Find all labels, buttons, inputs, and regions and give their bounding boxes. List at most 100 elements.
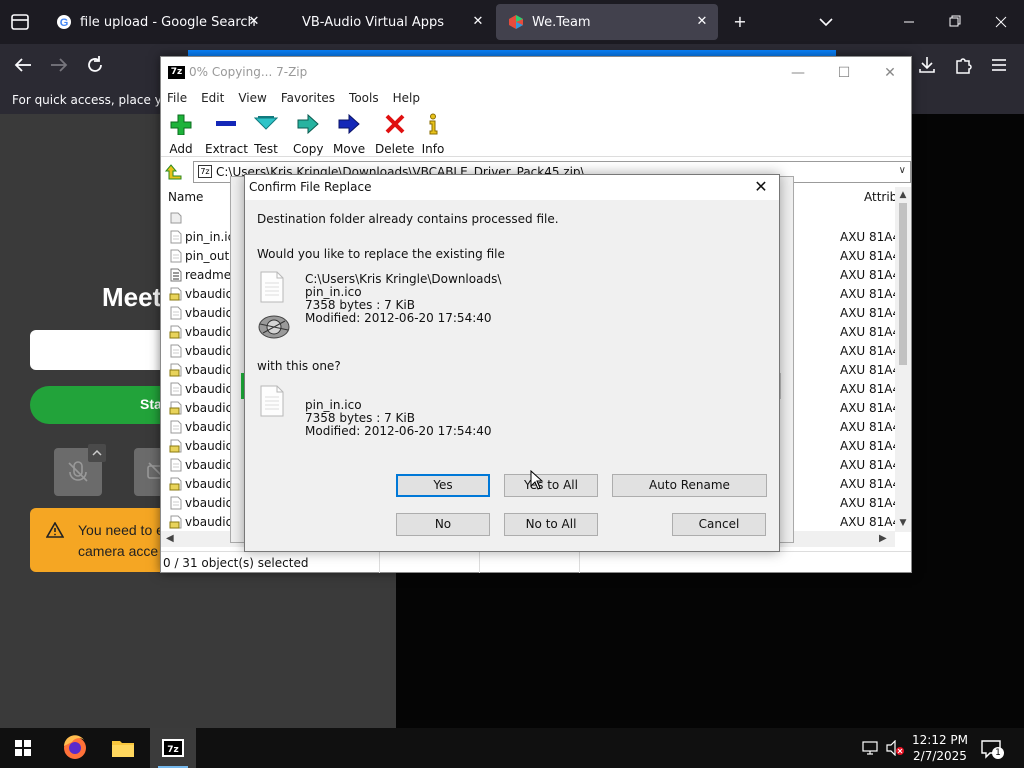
chevron-down-icon[interactable] bbox=[814, 10, 838, 34]
file-type-icon bbox=[169, 230, 183, 244]
test-button[interactable]: Test bbox=[254, 113, 278, 156]
close-icon[interactable]: ✕ bbox=[749, 176, 773, 198]
svg-text:7z: 7z bbox=[167, 745, 179, 755]
volume-muted-icon[interactable] bbox=[886, 739, 904, 757]
chevron-down-icon[interactable]: ∨ bbox=[899, 165, 906, 176]
close-tab-icon[interactable]: ✕ bbox=[246, 14, 262, 30]
file-name: pin_out.i bbox=[185, 249, 237, 263]
file-type-icon bbox=[169, 477, 183, 491]
replace-question: Would you like to replace the existing f… bbox=[257, 247, 505, 261]
selection-status: 0 / 31 object(s) selected bbox=[163, 556, 309, 570]
scroll-up-icon[interactable]: ▲ bbox=[898, 190, 908, 200]
hamburger-menu-icon[interactable] bbox=[986, 53, 1012, 77]
dialog-title-bar[interactable]: Confirm File Replace ✕ bbox=[245, 175, 779, 200]
weteam-icon bbox=[508, 14, 524, 30]
menu-file[interactable]: File bbox=[167, 88, 194, 109]
status-divider bbox=[579, 552, 580, 573]
forward-arrow-icon[interactable] bbox=[46, 53, 72, 77]
no-button[interactable]: No bbox=[396, 513, 490, 536]
auto-rename-button[interactable]: Auto Rename bbox=[612, 474, 767, 497]
file-type-icon bbox=[169, 249, 183, 263]
copy-button[interactable]: Copy bbox=[293, 113, 323, 156]
scroll-down-icon[interactable]: ▼ bbox=[898, 518, 908, 528]
existing-file-modified: Modified: 2012-06-20 17:54:40 bbox=[305, 311, 492, 325]
no-to-all-button[interactable]: No to All bbox=[504, 513, 598, 536]
file-attributes: AXU 81A4 bbox=[840, 287, 901, 301]
notification-center-icon[interactable]: 1 bbox=[980, 738, 1004, 760]
file-attributes: AXU 81A4 bbox=[840, 325, 901, 339]
bookmarks-hint: For quick access, place your bbox=[12, 93, 182, 107]
tab-google-search[interactable]: G file upload - Google Search ✕ bbox=[44, 4, 270, 40]
file-type-icon bbox=[169, 268, 183, 282]
7zip-app-icon: 7z bbox=[168, 66, 185, 79]
reload-icon[interactable] bbox=[82, 53, 108, 77]
file-attributes: AXU 81A4 bbox=[840, 496, 901, 510]
file-type-icon bbox=[169, 344, 183, 358]
column-header-attributes[interactable]: Attrib bbox=[864, 190, 897, 204]
yes-button[interactable]: Yes bbox=[396, 474, 490, 497]
7zip-menu-bar: File Edit View Favorites Tools Help bbox=[161, 88, 911, 109]
status-divider bbox=[479, 552, 480, 573]
file-attributes: AXU 81A4 bbox=[840, 230, 901, 244]
menu-help[interactable]: Help bbox=[393, 88, 427, 109]
info-icon bbox=[429, 113, 438, 135]
network-icon[interactable] bbox=[862, 740, 880, 756]
file-attributes: AXU 81A4 bbox=[840, 306, 901, 320]
scroll-right-icon[interactable]: ▶ bbox=[879, 533, 887, 544]
file-type-icon bbox=[169, 363, 183, 377]
file-attributes: AXU 81A4 bbox=[840, 439, 901, 453]
download-icon[interactable] bbox=[914, 53, 940, 77]
incoming-file-modified: Modified: 2012-06-20 17:54:40 bbox=[305, 424, 492, 438]
restore-icon[interactable] bbox=[932, 8, 978, 36]
system-clock[interactable]: 12:12 PM 2/7/2025 bbox=[912, 732, 968, 764]
delete-button[interactable]: Delete bbox=[375, 113, 414, 156]
close-window-icon[interactable]: ✕ bbox=[867, 61, 913, 85]
replace-message: Destination folder already contains proc… bbox=[257, 212, 559, 226]
close-tab-icon[interactable]: ✕ bbox=[470, 14, 486, 30]
column-header-name[interactable]: Name bbox=[168, 190, 203, 204]
info-button[interactable]: Info bbox=[421, 113, 445, 156]
7zip-title-bar[interactable]: 7z 0% Copying... 7-Zip — ☐ ✕ bbox=[161, 57, 911, 88]
extensions-icon[interactable] bbox=[950, 53, 976, 77]
dialog-title: Confirm File Replace bbox=[249, 180, 372, 194]
minimize-icon[interactable] bbox=[886, 8, 932, 36]
firefox-icon[interactable] bbox=[52, 728, 98, 768]
new-tab-icon[interactable]: + bbox=[728, 10, 752, 34]
vertical-scrollbar[interactable]: ▲ ▼ bbox=[895, 187, 911, 532]
tab-weteam[interactable]: We.Team ✕ bbox=[496, 4, 718, 40]
windows-start-icon[interactable] bbox=[0, 728, 46, 768]
close-window-icon[interactable] bbox=[978, 8, 1024, 36]
mouse-cursor-icon bbox=[530, 470, 544, 490]
file-type-icon bbox=[169, 211, 183, 225]
menu-tools[interactable]: Tools bbox=[349, 88, 386, 109]
tab-vb-audio[interactable]: VB-Audio Virtual Apps ✕ bbox=[288, 4, 494, 40]
chevron-up-icon[interactable] bbox=[88, 444, 106, 462]
windows-taskbar: 7z 12:12 PM 2/7/2025 1 bbox=[0, 728, 1024, 768]
back-arrow-icon[interactable] bbox=[10, 53, 36, 77]
7zip-taskbar-icon[interactable]: 7z bbox=[150, 728, 196, 768]
page-title: Meet bbox=[102, 282, 162, 312]
minimize-icon[interactable]: — bbox=[775, 61, 821, 85]
extract-button[interactable]: Extract bbox=[205, 113, 248, 156]
move-button[interactable]: Move bbox=[333, 113, 365, 156]
clock-time: 12:12 PM bbox=[912, 733, 968, 747]
close-tab-icon[interactable]: ✕ bbox=[694, 14, 710, 30]
scroll-left-icon[interactable]: ◀ bbox=[166, 533, 174, 544]
file-type-icon bbox=[169, 382, 183, 396]
yes-to-all-button[interactable]: Yes to All bbox=[504, 474, 598, 497]
archive-icon: 7z bbox=[198, 165, 212, 178]
up-folder-icon[interactable] bbox=[164, 163, 183, 181]
existing-file-icon bbox=[260, 271, 284, 303]
cancel-button[interactable]: Cancel bbox=[672, 513, 766, 536]
add-button[interactable]: Add bbox=[169, 113, 193, 156]
maximize-icon[interactable]: ☐ bbox=[821, 61, 867, 85]
warning-icon bbox=[46, 522, 64, 538]
menu-view[interactable]: View bbox=[238, 88, 273, 109]
menu-favorites[interactable]: Favorites bbox=[281, 88, 342, 109]
menu-edit[interactable]: Edit bbox=[201, 88, 231, 109]
file-attributes: AXU 81A4 bbox=[840, 401, 901, 415]
file-explorer-icon[interactable] bbox=[100, 728, 146, 768]
file-attributes: AXU 81A4 bbox=[840, 420, 901, 434]
tab-list-icon[interactable] bbox=[8, 11, 32, 33]
scrollbar-thumb[interactable] bbox=[899, 203, 907, 365]
